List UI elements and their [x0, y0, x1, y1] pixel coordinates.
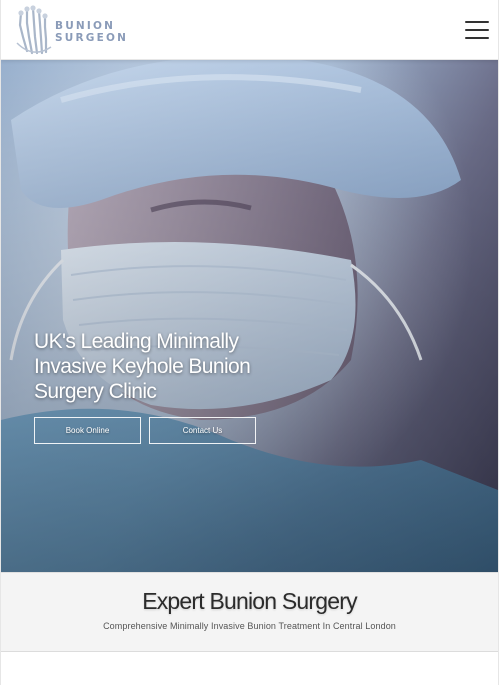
- site-header: BUNION SURGEON: [1, 0, 498, 60]
- intro-section: Expert Bunion Surgery Comprehensive Mini…: [1, 572, 498, 652]
- hamburger-menu-icon[interactable]: [465, 21, 489, 39]
- content-area: [1, 652, 498, 685]
- contact-us-button[interactable]: Contact Us: [149, 417, 256, 444]
- site-logo[interactable]: BUNION SURGEON: [11, 3, 129, 57]
- logo-line-2: SURGEON: [55, 32, 129, 44]
- logo-line-1: BUNION: [55, 20, 116, 32]
- hero-headline: UK's Leading Minimally Invasive Keyhole …: [34, 330, 251, 403]
- section-subtitle: Comprehensive Minimally Invasive Bunion …: [103, 621, 396, 631]
- section-title: Expert Bunion Surgery: [142, 588, 357, 614]
- book-online-button[interactable]: Book Online: [34, 417, 141, 444]
- page: BUNION SURGEON UK's Leading Minimally In…: [0, 0, 499, 685]
- hero-banner: UK's Leading Minimally Invasive Keyhole …: [1, 60, 498, 572]
- surgeon-in-mask-photo: [1, 60, 498, 572]
- logo-wordmark: BUNION SURGEON: [55, 20, 128, 44]
- foot-bones-icon: [16, 5, 52, 55]
